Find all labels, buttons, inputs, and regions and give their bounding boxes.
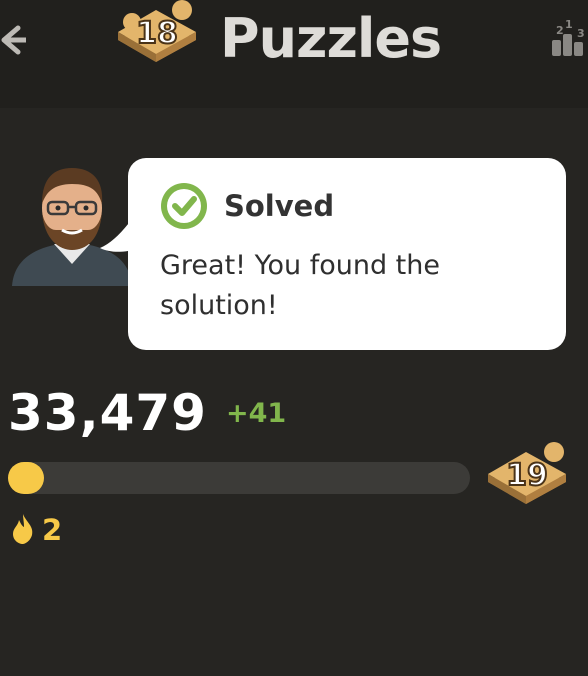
feedback-message: Great! You found the solution! xyxy=(160,250,440,321)
rating-delta: +41 xyxy=(226,398,287,429)
svg-text:2: 2 xyxy=(556,24,564,37)
next-level-badge: 19 xyxy=(484,440,570,520)
feedback-bubble: Solved Great! You found the solution! xyxy=(128,158,566,350)
status-label: Solved xyxy=(224,189,335,223)
streak-count: 2 xyxy=(42,513,63,547)
next-level-number: 19 xyxy=(505,457,549,494)
rating-progress-fill xyxy=(8,462,44,494)
app-header: 18 Puzzles 2 1 3 xyxy=(0,0,588,108)
arrow-left-icon[interactable] xyxy=(0,22,26,58)
level-badge: 18 xyxy=(112,0,198,78)
rating-progress-bar xyxy=(8,462,470,494)
svg-text:3: 3 xyxy=(577,27,585,40)
svg-text:1: 1 xyxy=(565,18,573,31)
level-badge-number: 18 xyxy=(135,15,179,52)
page-title: Puzzles xyxy=(220,7,442,70)
check-circle-icon xyxy=(161,183,207,229)
flame-icon xyxy=(13,514,33,544)
puzzle-rating: 33,479 xyxy=(8,384,207,442)
leaderboard-icon[interactable]: 2 1 3 xyxy=(548,18,588,58)
